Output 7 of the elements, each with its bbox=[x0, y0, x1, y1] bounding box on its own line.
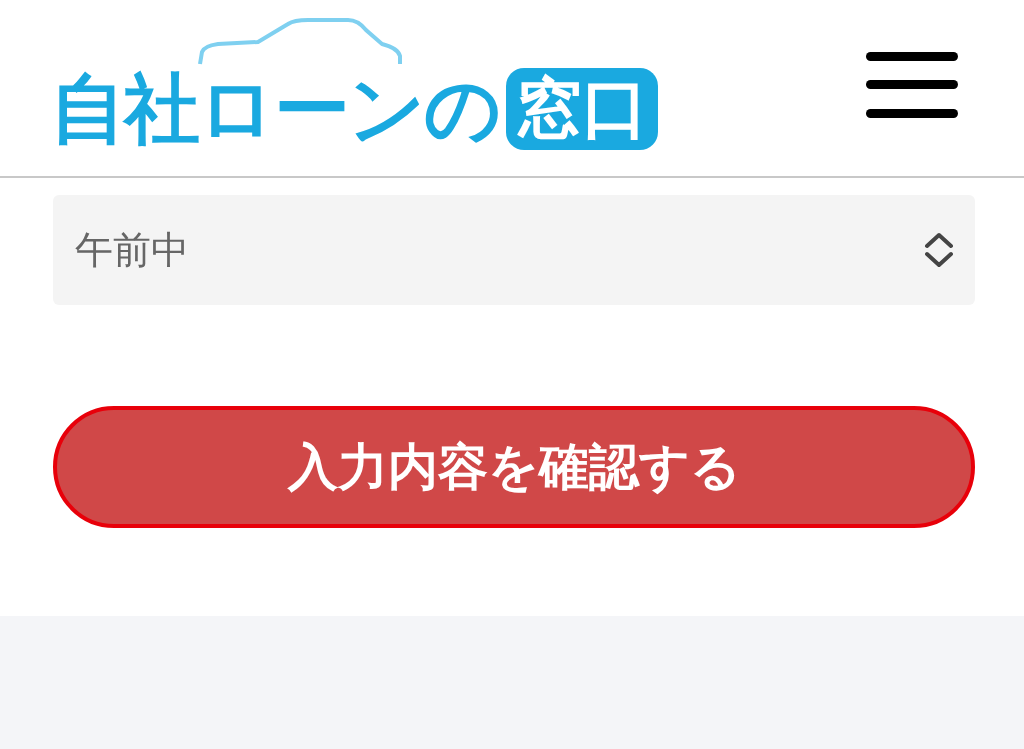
menu-icon[interactable] bbox=[866, 52, 958, 118]
logo-badge: 窓口 bbox=[506, 68, 658, 150]
logo-text: 自社ローンの bbox=[50, 71, 500, 147]
confirm-button[interactable]: 入力内容を確認する bbox=[53, 406, 975, 528]
time-select[interactable]: 午前中 bbox=[53, 195, 975, 305]
chevron-up-down-icon bbox=[923, 232, 955, 268]
car-outline-icon bbox=[198, 18, 402, 66]
